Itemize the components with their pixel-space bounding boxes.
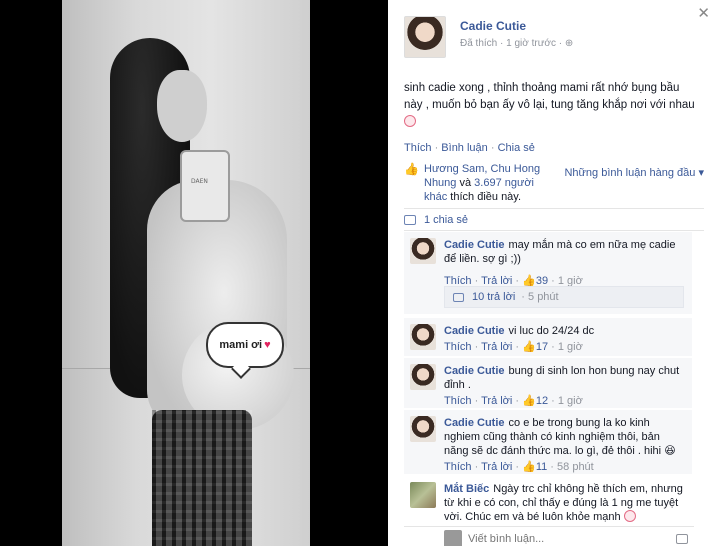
avatar[interactable] — [410, 238, 436, 264]
heart-icon — [623, 510, 636, 522]
replies-label: 10 trả lời — [472, 291, 516, 303]
camera-icon[interactable] — [676, 533, 688, 544]
avatar[interactable] — [404, 16, 446, 58]
comment-author[interactable]: Cadie Cutie — [444, 325, 505, 337]
thumbs-up-icon[interactable]: 👍 — [522, 461, 536, 473]
comment-author[interactable]: Cadie Cutie — [444, 239, 505, 251]
thumbs-up-icon: 👍 — [404, 162, 419, 176]
post-panel: ✕ Cadie Cutie Đã thích · 1 giờ trước · ⊕… — [388, 0, 720, 546]
post-subline: Đã thích · 1 giờ trước · — [460, 38, 563, 49]
chevron-down-icon: ▾ — [698, 167, 704, 179]
thumbs-up-icon[interactable]: 👍 — [522, 341, 536, 353]
avatar[interactable] — [410, 324, 436, 350]
likes-tail: thích điều này. — [447, 191, 522, 203]
comment-text: vi luc do 24/24 dc — [508, 325, 595, 337]
share-button[interactable]: Chia sẻ — [498, 142, 535, 154]
share-icon — [404, 215, 416, 225]
divider — [404, 208, 704, 209]
avatar[interactable] — [410, 364, 436, 390]
thumbs-up-icon[interactable]: 👍 — [522, 395, 536, 407]
post-author: Cadie Cutie Đã thích · 1 giờ trước · ⊕ — [404, 16, 573, 58]
author-name[interactable]: Cadie Cutie — [460, 19, 573, 33]
comment-input[interactable] — [468, 532, 638, 545]
comment-meta: Thích · Trả lời · 👍11 · 58 phút — [444, 461, 594, 473]
comment-like-count[interactable]: 11 — [536, 461, 547, 473]
post-timestamp: Đã thích · 1 giờ trước · ⊕ — [460, 38, 573, 49]
photo-stage: DAEN mami ơi ♥ — [0, 0, 388, 546]
comment-like-button[interactable]: Thích — [444, 341, 472, 353]
sticker-text: mami ơi — [219, 339, 263, 351]
comment-item: Cadie Cutie bung di sinh lon hon bung nay… — [404, 358, 692, 408]
comment-reply-button[interactable]: Trả lời — [481, 341, 512, 353]
shares-link[interactable]: 1 chia sẻ — [404, 214, 468, 226]
phone-text: DAEN — [191, 178, 208, 185]
comment-author[interactable]: Cadie Cutie — [444, 365, 505, 377]
heart-icon: ♥ — [264, 339, 271, 351]
comment-body: Cadie Cutie co e be trong bung la ko kinh… — [444, 416, 684, 474]
comment-like-count[interactable]: 12 — [536, 395, 548, 407]
comment-author[interactable]: Cadie Cutie — [444, 417, 505, 429]
comment-like-count[interactable]: 17 — [536, 341, 548, 353]
post-caption: sinh cadie xong , thỉnh thoảng mami rất … — [404, 80, 700, 131]
avatar — [444, 529, 462, 546]
comment-composer — [404, 526, 694, 546]
reply-icon — [453, 292, 464, 302]
photo-face — [157, 70, 207, 142]
comment-author[interactable]: Mắt Biếc — [444, 483, 489, 495]
shares-label: 1 chia sẻ — [424, 214, 469, 226]
likes-and: và — [456, 177, 475, 189]
mami-sticker: mami ơi ♥ — [206, 322, 284, 368]
comment-body: Mắt Biếc Ngày trc chỉ không hề thích em, … — [444, 482, 684, 524]
comment-item: Cadie Cutie co e be trong bung la ko kinh… — [404, 410, 692, 474]
comment-reply-button[interactable]: Trả lời — [481, 461, 512, 473]
comment-item: Cadie Cutie vi luc do 24/24 dc Thích · Tr… — [404, 318, 692, 356]
replies-link[interactable]: 10 trả lời · 5 phút — [444, 286, 684, 308]
divider — [404, 230, 704, 231]
photo-pants — [152, 410, 252, 546]
comment-body: Cadie Cutie vi luc do 24/24 dc Thích · Tr… — [444, 324, 684, 354]
comment-item: Mắt Biếc Ngày trc chỉ không hề thích em, … — [404, 476, 692, 526]
photo-phone: DAEN — [180, 150, 230, 222]
avatar[interactable] — [410, 482, 436, 508]
likes-text: Hương Sam, Chu Hong Nhung và 3.697 người… — [424, 162, 548, 204]
comment-time: 58 phút — [557, 461, 594, 473]
author-meta: Cadie Cutie Đã thích · 1 giờ trước · ⊕ — [460, 19, 573, 58]
comment-button[interactable]: Bình luận — [441, 142, 487, 154]
comment-like-button[interactable]: Thích — [444, 395, 472, 407]
post-actions: Thích · Bình luận · Chia sẻ — [404, 142, 535, 154]
comment-meta: Thích · Trả lời · 👍12 · 1 giờ — [444, 395, 583, 407]
avatar[interactable] — [410, 416, 436, 442]
close-icon[interactable]: ✕ — [697, 4, 710, 22]
comment-time: 1 giờ — [557, 395, 583, 407]
comment-time: 1 giờ — [557, 341, 583, 353]
comment-like-button[interactable]: Thích — [444, 461, 472, 473]
photo[interactable]: DAEN — [62, 0, 310, 546]
top-comments-label: Những bình luận hàng đầu — [564, 167, 696, 179]
globe-icon[interactable]: ⊕ — [565, 38, 573, 49]
heart-icon — [404, 115, 416, 127]
comment-body: Cadie Cutie may mắn mà co em nữa mẹ cadie… — [444, 238, 684, 288]
caption-text: sinh cadie xong , thỉnh thoảng mami rất … — [404, 82, 695, 111]
like-button[interactable]: Thích — [404, 142, 432, 154]
comment-reply-button[interactable]: Trả lời — [481, 395, 512, 407]
top-comments-dropdown[interactable]: Những bình luận hàng đầu ▾ — [564, 166, 704, 179]
comment-meta: Thích · Trả lời · 👍17 · 1 giờ — [444, 341, 583, 353]
comment-item: Cadie Cutie may mắn mà co em nữa mẹ cadie… — [404, 232, 692, 314]
comment-body: Cadie Cutie bung di sinh lon hon bung nay… — [444, 364, 684, 408]
replies-time: · 5 phút — [521, 291, 559, 303]
laugh-icon: 😆 — [664, 445, 676, 457]
